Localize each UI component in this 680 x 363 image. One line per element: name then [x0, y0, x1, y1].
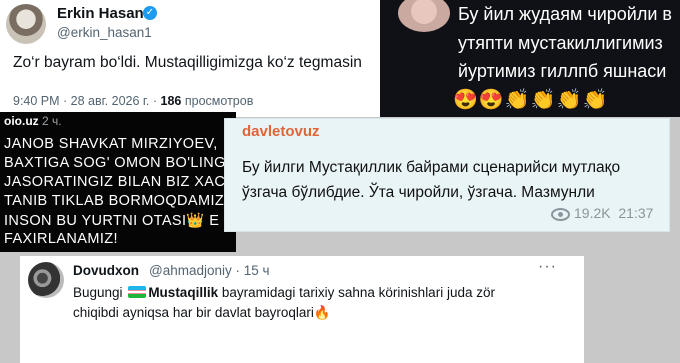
comment-line: йуртимиз гиллпб яшнаси — [458, 61, 667, 81]
eye-icon — [551, 207, 570, 221]
author-handle[interactable]: @erkin_hasan1 — [57, 25, 152, 40]
comment-meta: 19.2K 21:37 — [551, 205, 653, 221]
post-line: INSON BU YURTNI OTASI👑 E — [4, 213, 220, 229]
views-count: 186 — [160, 94, 182, 108]
reply-text-end: bayramidagi tarixiy sahna körinishlari j… — [221, 285, 495, 300]
post-text: Zo‘r bayram bo‘ldi. Mustaqilligimizga ko… — [13, 54, 362, 71]
views-label: просмотров — [184, 94, 254, 108]
post-time[interactable]: 9:40 PM — [13, 94, 60, 108]
telegram-comment-card: davletovuz Бу йилги Мустақиллик байрами … — [224, 118, 670, 232]
source-name[interactable]: oio.uz — [4, 114, 39, 128]
comment-line: ўзгача бўлибдие. Ўта чиройли, ўзгача. Ма… — [242, 184, 595, 201]
x-post-card: Erkin Hasan ✓ @erkin_hasan1 Zo‘r bayram … — [0, 0, 390, 117]
post-time: 2 ч. — [42, 114, 62, 128]
reply-time[interactable]: · 15 ч — [236, 263, 270, 278]
comment-time: 21:37 — [618, 205, 654, 221]
post-line: FAXIRLANAMIZ! — [4, 231, 118, 247]
reply-line: Bugungi Mustaqillik bayramidagi tarixiy … — [73, 285, 495, 300]
author-handle[interactable]: @ahmadjoniy — [149, 263, 232, 278]
avatar[interactable] — [6, 4, 46, 44]
post-header: oio.uz 2 ч. — [4, 114, 62, 128]
post-line: BAXTIGA SOG' OMON BO'LING — [4, 155, 226, 171]
comment-line: утяпти мустакиллигимиз — [458, 33, 663, 53]
avatar[interactable] — [28, 262, 64, 298]
comment-line: Бу йил жудаям чиройли в — [458, 4, 672, 24]
post-date[interactable]: 28 авг. 2026 г. — [71, 94, 150, 108]
author-handle-time: @ahmadjoniy · 15 ч — [149, 263, 270, 278]
post-meta: 9:40 PM · 28 авг. 2026 г. · 186 просмотр… — [13, 94, 254, 108]
post-line: JANOB SHAVKAT MIRZIYOEV, — [4, 136, 218, 152]
post-line: TANIB TIKLAB BORMOQDAMIZ — [4, 193, 225, 209]
reply-line: chiqibdi ayniqsa har bir davlat bayroqla… — [73, 305, 331, 320]
reply-text-start: Bugungi — [73, 285, 123, 300]
x-reply-card: Dovudxon @ahmadjoniy · 15 ч ··· Bugungi … — [20, 256, 584, 363]
author-name[interactable]: Erkin Hasan — [57, 5, 144, 22]
post-line: JASORATINGIZ BILAN BIZ XAC — [4, 174, 226, 190]
hashtag-text[interactable]: Mustaqillik — [148, 285, 218, 300]
comment-author[interactable]: davletovuz — [242, 123, 320, 140]
uzbekistan-flag-icon — [128, 286, 147, 298]
verified-badge-icon: ✓ — [143, 6, 157, 20]
more-options-icon[interactable]: ··· — [538, 258, 557, 276]
comment-line: Бу йилги Мустақиллик байрами сценарийси … — [242, 159, 621, 176]
emoji-row: 😍😍👏👏👏👏 — [453, 89, 609, 111]
dark-comment-card: Бу йил жудаям чиройли в утяпти мустакилл… — [380, 0, 680, 117]
views-count: 19.2K — [574, 205, 611, 221]
avatar[interactable] — [398, 0, 450, 32]
oio-post-card: oio.uz 2 ч. JANOB SHAVKAT MIRZIYOEV, BAX… — [0, 112, 236, 252]
author-name[interactable]: Dovudxon — [73, 263, 139, 278]
